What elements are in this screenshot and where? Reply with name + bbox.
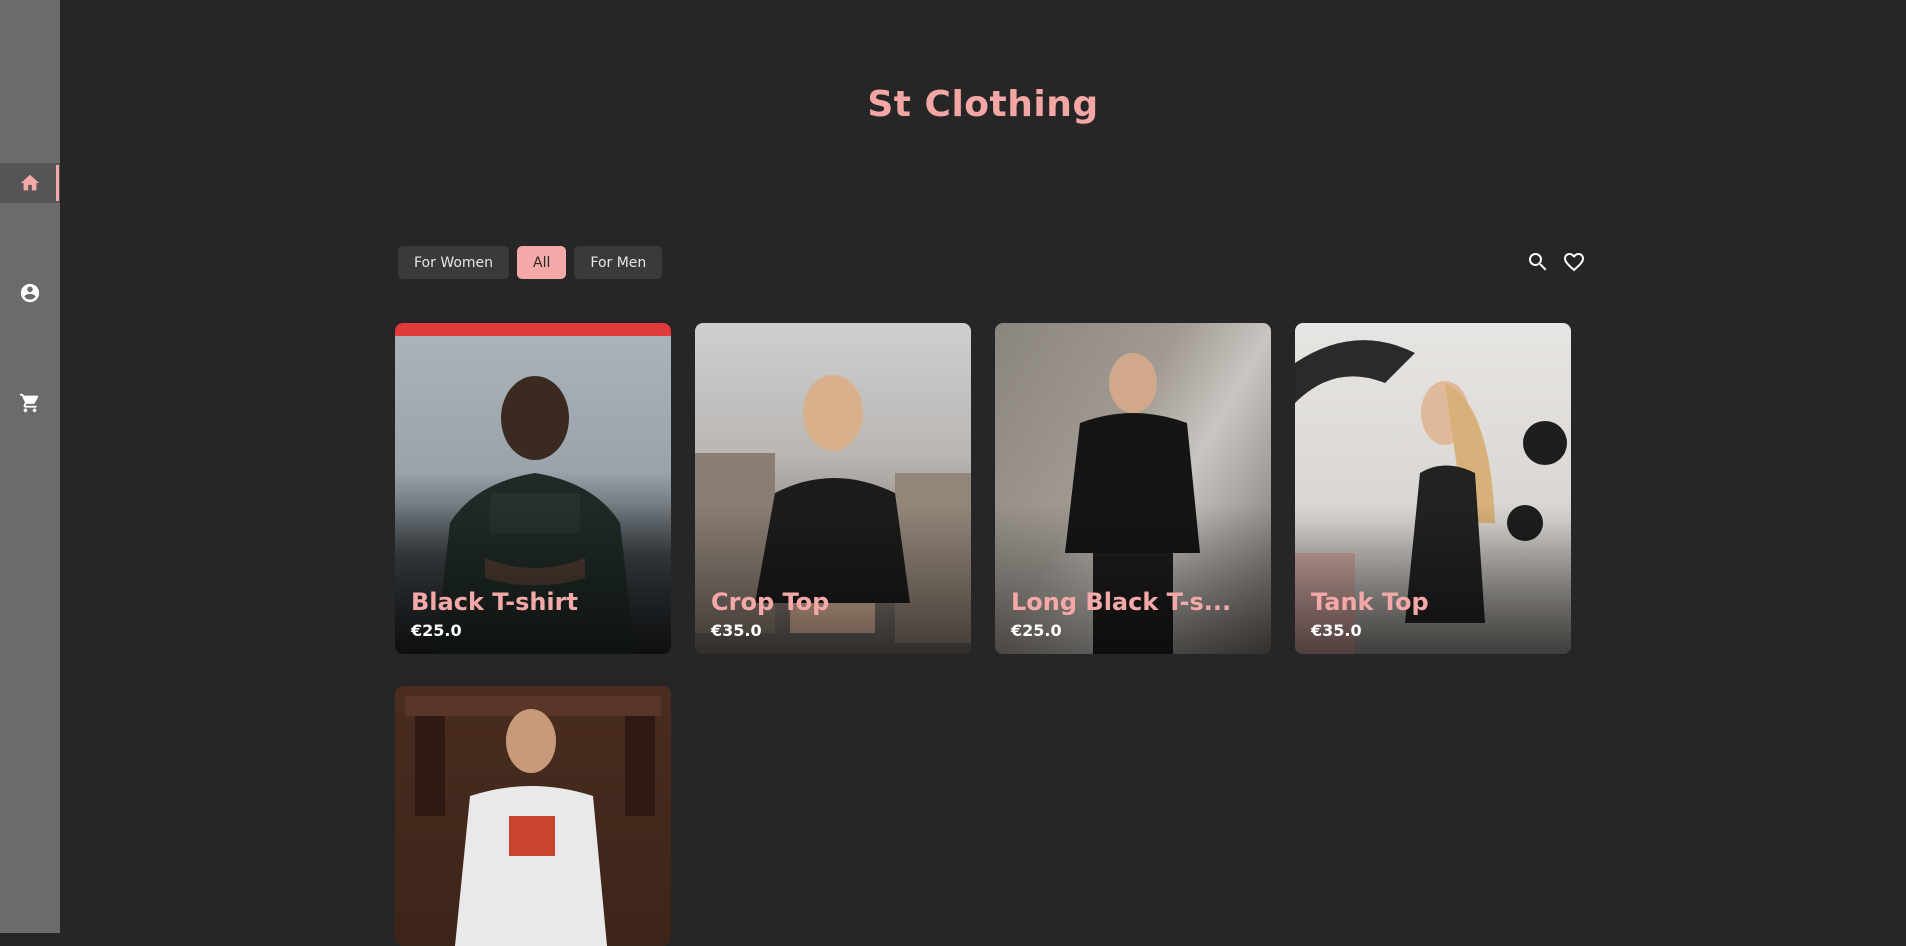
product-price: €25.0 [411,621,462,640]
main-content: St Clothing For Women All For Men Black … [60,0,1906,946]
product-card-tank-top[interactable]: Tank Top €35.0 [1295,323,1571,654]
sidebar-item-cart[interactable] [0,383,60,423]
account-circle-icon [20,283,40,303]
product-card-crop-top[interactable]: Crop Top €35.0 [695,323,971,654]
product-card-long-black-tshirt[interactable]: Long Black T-s... €25.0 [995,323,1271,654]
product-price: €35.0 [711,621,762,640]
product-name: Black T-shirt [411,588,578,616]
product-name: Crop Top [711,588,830,616]
product-price: €25.0 [1011,621,1062,640]
sidebar-item-home[interactable] [0,163,60,203]
sidebar-item-account[interactable] [0,273,60,313]
product-card-white-tshirt[interactable] [395,686,671,946]
product-price: €35.0 [1311,621,1362,640]
product-name: Long Black T-s... [1011,588,1232,616]
heart-outline-icon[interactable] [1562,250,1586,274]
search-icon[interactable] [1526,250,1550,274]
product-name: Tank Top [1311,588,1429,616]
filter-for-women[interactable]: For Women [398,246,510,279]
shopping-cart-icon [19,393,39,413]
sidebar [0,0,60,933]
product-image [405,696,661,946]
product-card-black-tshirt[interactable]: Black T-shirt €25.0 [395,323,671,654]
filter-bar: For Women All For Men [398,246,663,279]
toolbar-icons [1526,250,1586,274]
filter-for-men[interactable]: For Men [574,246,663,279]
home-icon [20,174,40,191]
page-title: St Clothing [867,84,1099,125]
filter-all[interactable]: All [517,246,567,279]
